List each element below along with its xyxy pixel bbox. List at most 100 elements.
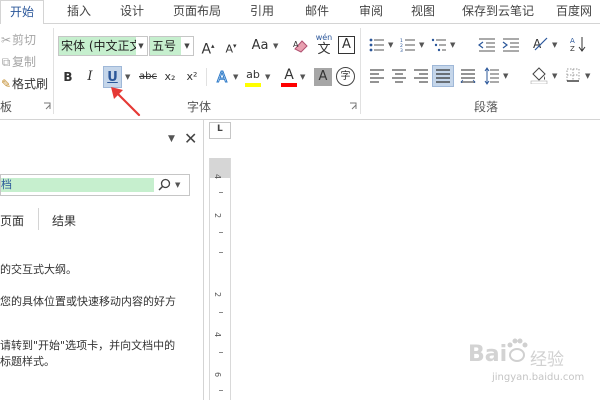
chevron-down-icon[interactable]: ▼ [265,66,270,88]
chevron-down-icon: ▼ [138,42,144,50]
grow-font-button[interactable]: A▴ [198,35,218,58]
navigation-pane: ▼ ✕ 档 ▼ 页面 结果 的交互式大纲。 您的具体位置或快速移动内容的好方 请… [0,120,204,400]
change-case-icon: Aa [251,38,269,53]
chevron-down-icon[interactable]: ▼ [552,65,557,87]
format-painter-button[interactable]: ✎格式刷 [0,75,48,92]
ruler-number: 4 [213,173,223,180]
ruler-tick [219,352,223,353]
align-left-icon[interactable] [369,69,385,83]
tab-save-to-cloud-notes[interactable]: 保存到云笔记 [455,0,541,24]
bullets-icon[interactable] [369,38,385,52]
svg-text:A: A [293,40,299,49]
pinyin-char: 文 [317,42,331,57]
copy-icon: ⧉ [1,55,11,69]
tab-pages[interactable]: 页面 [0,212,24,229]
font-size-combo[interactable]: 五号 ▼ [149,36,194,56]
svg-text:Z: Z [570,45,575,52]
shading-bucket-icon[interactable] [530,66,548,84]
svg-text:3: 3 [400,48,403,52]
ruler-tick [219,232,223,233]
font-color-button[interactable]: A [280,66,298,88]
align-center-icon[interactable] [391,69,407,83]
search-icon[interactable] [158,178,171,191]
chevron-down-icon[interactable]: ▼ [233,66,238,88]
format-painter-label: 格式刷 [12,77,49,91]
clear-formatting-button[interactable]: A [290,35,312,57]
chevron-down-icon[interactable]: ▼ [273,35,278,57]
tab-results[interactable]: 结果 [52,212,76,229]
font-family-combo[interactable]: 宋体 (中文正文 ▼ [58,36,148,56]
tab-review[interactable]: 审阅 [352,0,390,24]
search-options-chevron-icon[interactable]: ▼ [175,175,180,195]
tab-page-layout[interactable]: 页面布局 [167,0,227,24]
tab-insert[interactable]: 插入 [60,0,98,24]
italic-button[interactable]: I [80,66,100,88]
bold-button[interactable]: B [58,66,78,88]
pane-options-chevron-icon[interactable]: ▼ [168,134,175,144]
change-case-button[interactable]: Aa [248,35,272,57]
text-effects-button[interactable]: A [212,66,232,88]
chevron-down-icon[interactable]: ▼ [503,65,508,87]
tab-baidu[interactable]: 百度网 [556,0,600,24]
text-highlight-button[interactable]: ab [243,66,263,88]
character-border-button[interactable]: A [338,36,355,54]
clipboard-group-label: 板 [0,100,13,114]
grow-font-icon: A [201,41,212,58]
justify-icon [436,69,450,83]
justify-button[interactable] [432,65,454,87]
scissors-icon: ✂ [0,33,12,47]
distributed-icon[interactable] [460,69,476,83]
ruler-number: 2 [213,212,223,219]
superscript-button[interactable]: x² [182,66,202,88]
paw-logo-icon [507,338,528,362]
chevron-down-icon[interactable]: ▼ [388,34,393,56]
clipboard-launcher-icon[interactable] [43,102,52,111]
subscript-button[interactable]: x₂ [160,66,180,88]
chevron-down-icon[interactable]: ▼ [552,34,557,56]
decrease-indent-icon[interactable] [478,38,496,52]
chevron-down-icon[interactable]: ▼ [419,34,424,56]
paintbrush-icon: ✎ [0,77,12,91]
cut-button[interactable]: ✂剪切 [0,31,36,48]
tab-design[interactable]: 设计 [113,0,151,24]
sort-icon[interactable]: AZ [570,36,588,52]
search-query-text: 档 [1,178,154,192]
font-color-icon: A [284,67,294,83]
group-separator [53,28,54,114]
line-spacing-icon[interactable] [484,67,500,85]
ruler-tick [219,312,223,313]
tab-divider [38,208,39,230]
watermark-brand-suffix: 经验 [530,350,564,370]
tab-references[interactable]: 引用 [243,0,281,24]
phonetic-guide-button[interactable]: wén 文 [313,33,335,59]
close-icon[interactable]: ✕ [184,129,197,148]
ruler-number: 6 [213,371,223,378]
font-color-swatch [281,83,297,87]
tab-mailings[interactable]: 邮件 [298,0,336,24]
chinese-layout-icon[interactable]: A [532,36,550,52]
nav-help-text: 标题样式。 [0,355,55,368]
borders-icon[interactable] [566,68,580,82]
nav-help-text: 请转到"开始"选项卡，并向文档中的 [0,339,176,352]
tab-home[interactable]: 开始 [0,0,44,25]
chevron-down-icon[interactable]: ▼ [585,65,590,87]
multilevel-list-icon[interactable] [431,38,447,52]
chevron-down-icon[interactable]: ▼ [300,66,305,88]
tab-stop-icon: L [217,124,223,134]
copy-button[interactable]: ⧉ 复制 [0,53,36,70]
chevron-down-icon[interactable]: ▼ [450,34,455,56]
align-right-icon[interactable] [413,69,429,83]
font-launcher-icon[interactable] [349,102,358,111]
character-shading-button[interactable]: A [314,68,332,86]
increase-indent-icon[interactable] [502,38,520,52]
numbering-icon[interactable]: 123 [400,38,416,52]
ribbon-tab-bar: 开始 插入 设计 页面布局 引用 邮件 审阅 视图 保存到云笔记 百度网 [0,0,600,25]
copy-label: 复制 [12,55,37,69]
tab-view[interactable]: 视图 [404,0,442,24]
shrink-font-button[interactable]: A▾ [221,35,241,57]
search-input[interactable]: 档 ▼ [0,174,190,196]
ruler-tick [219,390,223,391]
tab-selector[interactable]: L [209,122,231,139]
enclose-characters-button[interactable]: 字 [336,67,355,86]
eraser-icon: A [293,40,308,53]
